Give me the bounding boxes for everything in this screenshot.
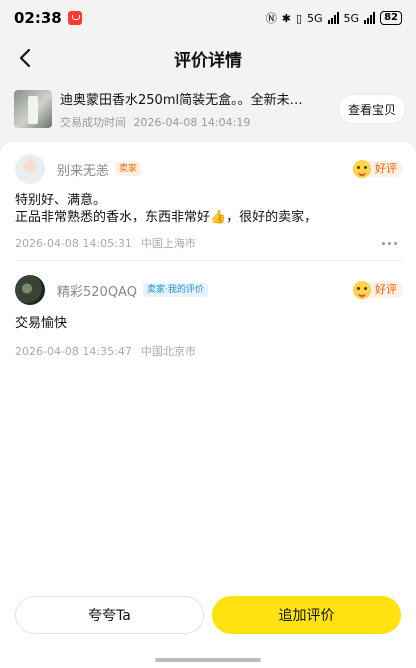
status-bar: 02:38 Ⓝ ✱ ▯ 5G 5G 82 [0, 0, 416, 36]
nfc-icon: Ⓝ [265, 12, 277, 25]
add-review-button[interactable]: 追加评价 [212, 596, 401, 634]
product-title: 迪奥蒙田香水250ml简装无盒。。全新未… [60, 92, 303, 108]
review-text: 特别好、满意。 正品非常熟悉的香水，东西非常好👍，很好的卖家， [15, 193, 318, 225]
network-label-1: 5G [307, 11, 323, 25]
smile-emoji-icon [353, 281, 371, 299]
role-tag: 卖家 [115, 162, 142, 176]
nav-bar: 评价详情 [0, 38, 416, 78]
page-title: 评价详情 [174, 50, 242, 71]
view-item-button[interactable]: 查看宝贝 [338, 94, 406, 124]
rating-badge: 好评 [353, 160, 403, 178]
bottom-action-bar: 夸夸Ta 追加评价 [15, 596, 401, 634]
rating-badge: 好评 [353, 281, 403, 299]
product-meta: 交易成功时间 2026-04-08 14:04:19 [60, 114, 312, 130]
home-indicator[interactable] [155, 658, 261, 662]
avatar[interactable] [15, 275, 45, 305]
network-label-2: 5G [343, 11, 360, 25]
divider [15, 260, 403, 261]
reviewer-name[interactable]: 别来无恙 [57, 160, 109, 179]
review-text: 交易愉快 [15, 316, 68, 331]
taobao-app-icon [67, 11, 82, 25]
signal-icon [327, 12, 339, 24]
more-options-icon[interactable] [382, 241, 397, 245]
review-item: 别来无恙 卖家 好评 特别好、满意。 正品非常熟悉的香水，东西非常好👍，很好的卖… [15, 154, 403, 251]
trade-time-value: 2026-04-08 14:04:19 [133, 115, 251, 129]
battery-icon: 82 [380, 11, 402, 25]
status-icons: Ⓝ ✱ ▯ 5G 5G 82 [266, 10, 402, 26]
vibrate-icon: ▯ [295, 11, 303, 25]
praise-button[interactable]: 夸夸Ta [15, 596, 204, 634]
rating-label: 好评 [368, 161, 403, 177]
reviewer-name[interactable]: 精彩520QAQ [57, 281, 137, 300]
reviews-card: 别来无恙 卖家 好评 特别好、满意。 正品非常熟悉的香水，东西非常好👍，很好的卖… [0, 142, 416, 668]
rating-label: 好评 [368, 282, 403, 298]
trade-time-label: 交易成功时间 [60, 115, 126, 129]
product-thumbnail[interactable] [14, 90, 52, 128]
signal-icon-2 [364, 12, 376, 24]
back-arrow-icon[interactable] [14, 46, 38, 70]
review-time: 2026-04-08 14:05:31 [15, 236, 132, 250]
review-location: 中国北京市 [140, 345, 196, 358]
avatar[interactable] [15, 154, 45, 184]
product-summary[interactable]: 迪奥蒙田香水250ml简装无盒。。全新未… 交易成功时间 2026-04-08 … [14, 86, 406, 132]
review-item: 精彩520QAQ 卖家·我的评价 好评 交易愉快 2026-04-08 14:3… [15, 275, 403, 359]
role-tag: 卖家·我的评价 [142, 283, 208, 297]
status-time: 02:38 [14, 9, 62, 27]
review-time: 2026-04-08 14:35:47 [15, 344, 132, 358]
bluetooth-icon: ✱ [281, 11, 291, 25]
review-location: 中国上海市 [140, 237, 196, 250]
smile-emoji-icon [353, 160, 371, 178]
